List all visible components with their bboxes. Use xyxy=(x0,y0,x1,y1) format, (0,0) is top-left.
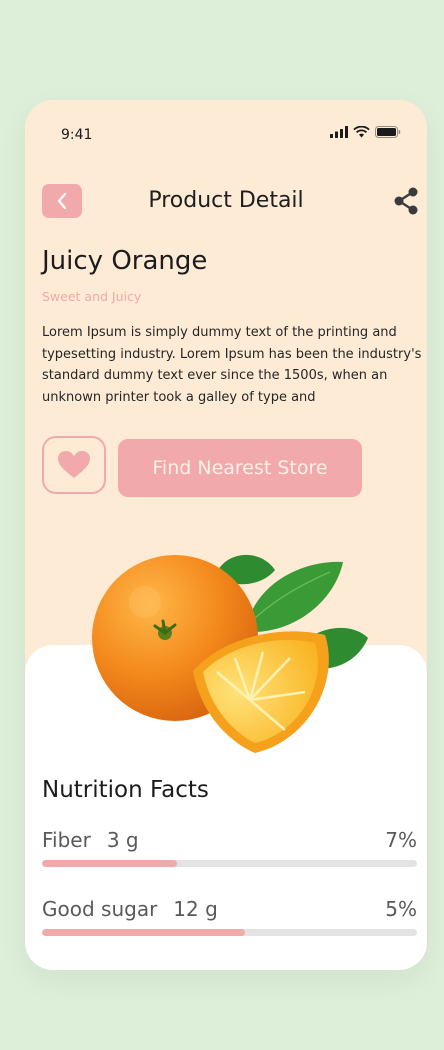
nutrient-row: Fiber 3 g 7% xyxy=(42,828,417,852)
favorite-button[interactable] xyxy=(42,436,106,494)
phone-screen: 9:41 Product Detail Juicy Orange Sweet a… xyxy=(25,100,427,970)
nutrient-percent: 7% xyxy=(385,828,417,852)
nutrient-percent: 5% xyxy=(385,897,417,921)
nutrient-progress-fill xyxy=(42,860,177,867)
product-name: Juicy Orange xyxy=(42,246,208,276)
nutrient-progress-bar xyxy=(42,929,417,936)
status-time: 9:41 xyxy=(61,127,93,143)
status-icons xyxy=(330,126,401,138)
share-icon xyxy=(394,187,418,215)
product-description: Lorem Ipsum is simply dummy text of the … xyxy=(42,325,422,405)
nutrient-good-sugar: Good sugar 12 g 5% xyxy=(42,897,417,936)
nutrient-progress-fill xyxy=(42,929,245,936)
nutrient-row: Good sugar 12 g 5% xyxy=(42,897,417,921)
nutrient-name: Fiber xyxy=(42,828,91,852)
nutrient-progress-bar xyxy=(42,860,417,867)
status-bar: 9:41 xyxy=(25,100,427,170)
header: Product Detail xyxy=(25,184,427,220)
nutrition-facts-title: Nutrition Facts xyxy=(42,777,209,803)
orange-fruit-image xyxy=(92,554,368,753)
wifi-icon xyxy=(353,126,370,138)
page-title: Product Detail xyxy=(148,188,304,213)
find-nearest-store-button[interactable]: Find Nearest Store xyxy=(118,439,362,497)
signal-icon xyxy=(330,126,348,138)
nutrient-fiber: Fiber 3 g 7% xyxy=(42,828,417,867)
nutrient-amount: 12 g xyxy=(173,897,218,921)
product-tagline: Sweet and Juicy xyxy=(42,289,142,304)
share-button[interactable] xyxy=(391,184,421,218)
nutrient-name: Good sugar xyxy=(42,897,158,921)
nutrient-amount: 3 g xyxy=(106,828,139,852)
battery-icon xyxy=(375,126,401,138)
heart-icon xyxy=(58,451,90,478)
